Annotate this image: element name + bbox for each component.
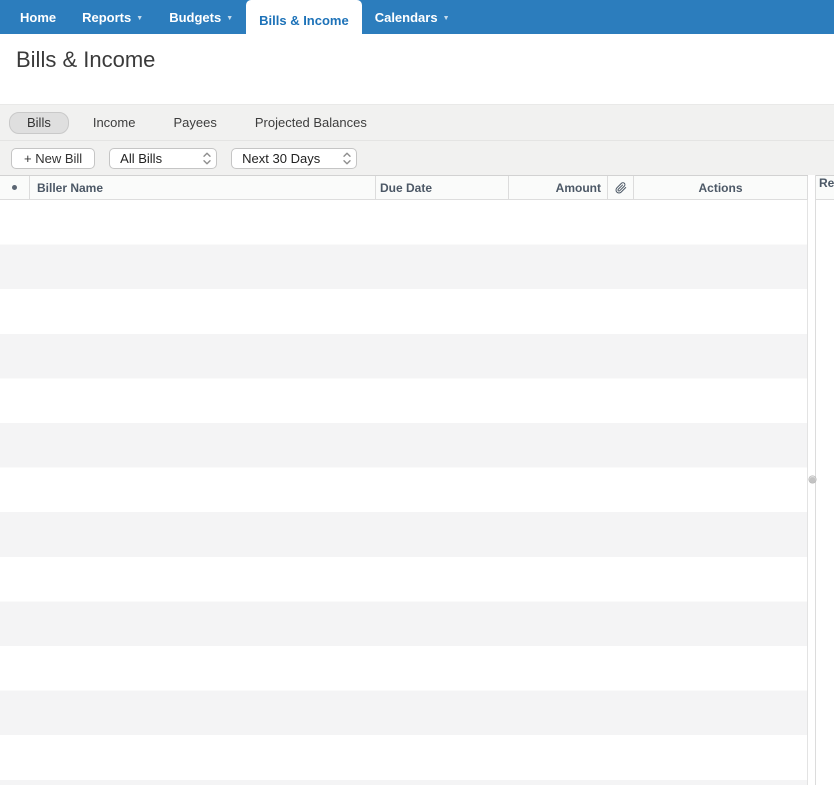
caret-down-icon: ▼ [226, 14, 234, 22]
nav-item-budgets[interactable]: Budgets ▼ [156, 0, 246, 34]
date-range-select[interactable]: Next 30 Days [231, 147, 358, 169]
tab-payees[interactable]: Payees [173, 115, 216, 130]
nav-item-label: Bills & Income [259, 12, 349, 28]
bills-table: Biller Name Due Date Amount Actions [0, 175, 808, 785]
column-header-due-date[interactable]: Due Date [376, 176, 509, 199]
right-panel-clipped: Rec [816, 175, 834, 200]
date-range-value: Next 30 Days [242, 150, 321, 166]
pane-resize-handle-icon[interactable] [809, 476, 816, 483]
column-header-status[interactable] [0, 176, 30, 199]
nav-item-home[interactable]: Home [7, 0, 69, 34]
nav-item-label: Home [20, 9, 57, 25]
page-title: Bills & Income [16, 47, 156, 72]
bills-table-body-empty [0, 200, 808, 785]
nav-item-label: Calendars [374, 9, 438, 25]
column-header-amount[interactable]: Amount [509, 176, 608, 199]
tab-projected-balances[interactable]: Projected Balances [255, 115, 367, 130]
column-header-attachment[interactable] [608, 176, 634, 199]
nav-item-label: Budgets [169, 9, 222, 25]
bills-table-header: Biller Name Due Date Amount Actions [0, 175, 808, 200]
right-panel-header-label: Rec [819, 176, 834, 190]
right-panel-header: Rec [816, 175, 834, 200]
caret-down-icon: ▼ [442, 14, 450, 22]
column-label: Biller Name [37, 180, 104, 195]
column-label: Due Date [380, 180, 433, 195]
stepper-icon [343, 152, 351, 165]
subtab-bar: Bills Income Payees Projected Balances [0, 105, 834, 141]
controls-row: + New Bill All Bills Next 30 Days [0, 141, 834, 175]
tab-label: Bills [27, 114, 51, 130]
column-header-actions[interactable]: Actions [634, 176, 808, 199]
tab-label: Projected Balances [254, 115, 367, 130]
bill-filter-select[interactable]: All Bills [109, 147, 218, 169]
tab-income[interactable]: Income [93, 115, 136, 130]
record-dot-icon [12, 185, 17, 190]
page-header: Bills & Income [0, 34, 834, 104]
nav-item-calendars[interactable]: Calendars ▼ [362, 0, 463, 34]
paperclip-icon [615, 181, 626, 193]
nav-item-bills-income[interactable]: Bills & Income [246, 0, 362, 40]
column-label: Amount [555, 180, 601, 195]
bills-income-toolbar-zone: Bills Income Payees Projected Balances +… [0, 104, 834, 175]
column-header-biller-name[interactable]: Biller Name [30, 176, 376, 199]
bills-workspace: Biller Name Due Date Amount Actions Rec [0, 175, 834, 785]
tab-bills[interactable]: Bills [9, 111, 69, 134]
nav-item-reports[interactable]: Reports ▼ [69, 0, 156, 34]
tab-label: Income [92, 115, 136, 130]
top-nav: Home Reports ▼ Budgets ▼ Bills & Income … [0, 0, 834, 40]
bill-filter-value: All Bills [120, 150, 163, 166]
nav-item-label: Reports [82, 9, 132, 25]
new-bill-button[interactable]: + New Bill [11, 147, 96, 169]
caret-down-icon: ▼ [136, 14, 144, 22]
tab-label: Payees [173, 115, 217, 130]
stepper-icon [203, 152, 211, 165]
column-label: Actions [698, 180, 743, 195]
